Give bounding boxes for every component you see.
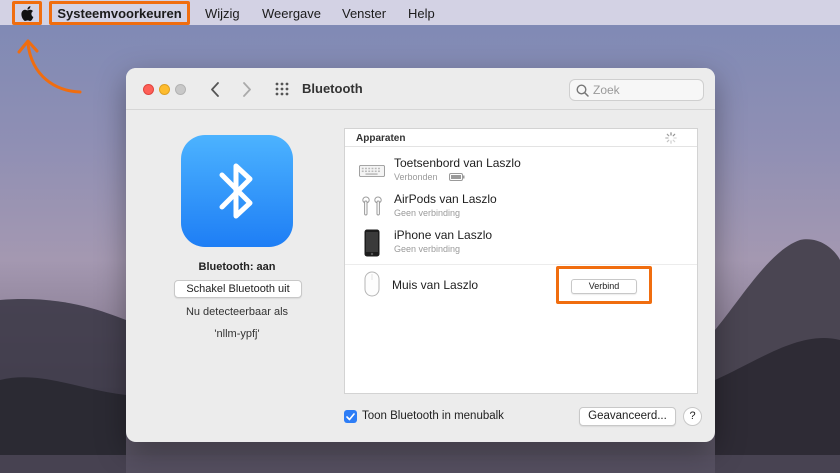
forward-icon[interactable] [242,82,252,97]
list-item[interactable]: iPhone van Laszlo Geen verbinding [345,225,697,261]
loading-spinner-icon [665,132,677,144]
search-placeholder: Zoek [593,83,620,97]
back-icon[interactable] [210,82,220,97]
device-name: AirPods van Laszlo [394,192,497,206]
keyboard-icon [359,157,385,185]
battery-icon [449,173,465,181]
show-all-grid-icon[interactable] [275,82,289,96]
minimize-button[interactable] [159,84,170,95]
advanced-button[interactable]: Geavanceerd... [579,407,676,426]
device-list: Apparaten Toetsenbord van Laszlo Verbond… [344,128,698,394]
device-status: Verbonden [394,172,438,182]
device-status: Geen verbinding [394,208,461,218]
device-list-title: Apparaten [356,133,406,144]
window-title: Bluetooth [302,81,363,96]
apple-menu[interactable] [12,1,42,25]
help-button[interactable]: ? [683,407,702,426]
menu-bar: Systeemvoorkeuren Wijzig Weergave Venste… [0,0,840,25]
menu-weergave[interactable]: Weergave [262,6,321,21]
window-titlebar: Bluetooth Zoek [126,68,715,110]
airpods-icon [359,193,385,221]
iphone-icon [359,229,385,257]
connect-button[interactable]: Verbind [571,279,637,294]
toggle-bluetooth-button[interactable]: Schakel Bluetooth uit [174,280,302,298]
device-name: iPhone van Laszlo [394,228,493,242]
checkmark-icon [346,412,355,420]
show-in-menubar-label[interactable]: Toon Bluetooth in menubalk [362,410,504,422]
list-divider [345,264,697,265]
computer-bluetooth-name: 'nllm-ypfj' [214,328,260,340]
mouse-icon [359,270,385,298]
menu-wijzig[interactable]: Wijzig [205,6,240,21]
bluetooth-logo-icon [181,135,293,247]
bluetooth-status: Bluetooth: aan [198,261,276,273]
search-input[interactable]: Zoek [569,79,704,101]
bluetooth-preferences-window: Bluetooth Zoek Bluetooth: aan Schakel Bl… [126,68,715,442]
list-item[interactable]: AirPods van Laszlo Geen verbinding [345,189,697,225]
annotation-arrow-icon [17,39,82,94]
show-in-menubar-checkbox[interactable] [344,410,357,423]
menu-help[interactable]: Help [408,6,435,21]
discoverable-label: Nu detecteerbaar als [185,306,289,318]
list-item[interactable]: Toetsenbord van Laszlo Verbonden [345,153,697,189]
search-icon [576,83,589,97]
zoom-button[interactable] [175,84,186,95]
apple-icon [20,5,33,21]
device-list-header: Apparaten [345,129,697,147]
device-status: Geen verbinding [394,244,461,254]
close-button[interactable] [143,84,154,95]
device-name: Toetsenbord van Laszlo [394,156,521,170]
menu-systeemvoorkeuren[interactable]: Systeemvoorkeuren [49,1,190,25]
device-name: Muis van Laszlo [392,278,479,292]
menu-venster[interactable]: Venster [342,6,386,21]
connect-highlight: Verbind [556,266,652,304]
